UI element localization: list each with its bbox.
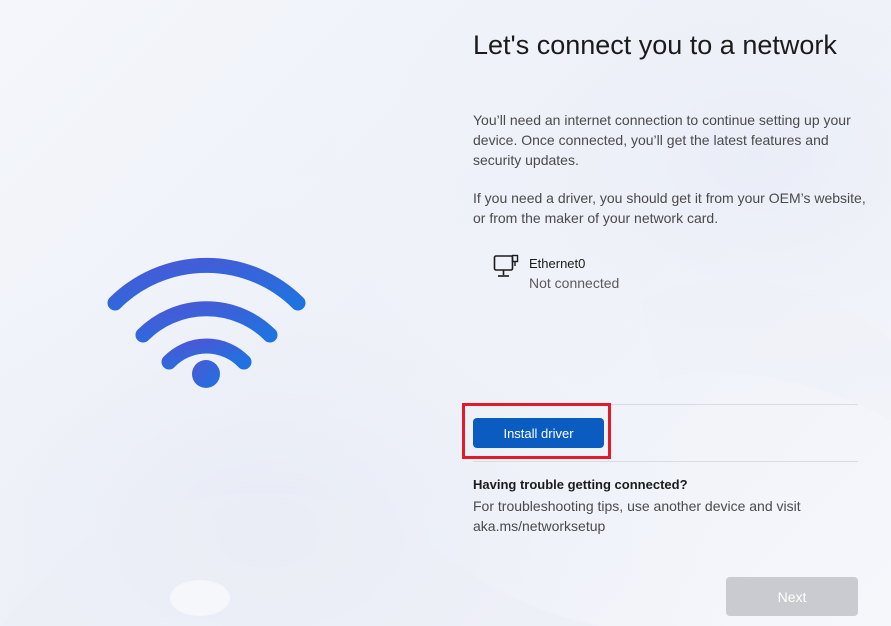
content-panel: Let's connect you to a network You’ll ne… xyxy=(462,0,873,626)
divider xyxy=(473,461,858,462)
network-adapter-ethernet0[interactable]: Ethernet0 Not connected xyxy=(493,254,619,293)
wifi-icon xyxy=(107,257,306,388)
next-button[interactable]: Next xyxy=(726,577,858,616)
install-driver-button[interactable]: Install driver xyxy=(473,418,604,448)
divider xyxy=(473,404,858,405)
help-title: Having trouble getting connected? xyxy=(473,477,688,492)
adapter-status: Not connected xyxy=(529,275,620,291)
page-title: Let's connect you to a network xyxy=(473,30,837,60)
adapter-name: Ethernet0 xyxy=(529,256,586,271)
driver-note: If you need a driver, you should get it … xyxy=(473,190,866,226)
connection-description: You’ll need an internet connection to co… xyxy=(473,112,851,168)
help-text: For troubleshooting tips, use another de… xyxy=(473,498,801,534)
ethernet-icon xyxy=(493,254,519,277)
illustration-panel xyxy=(0,0,430,626)
